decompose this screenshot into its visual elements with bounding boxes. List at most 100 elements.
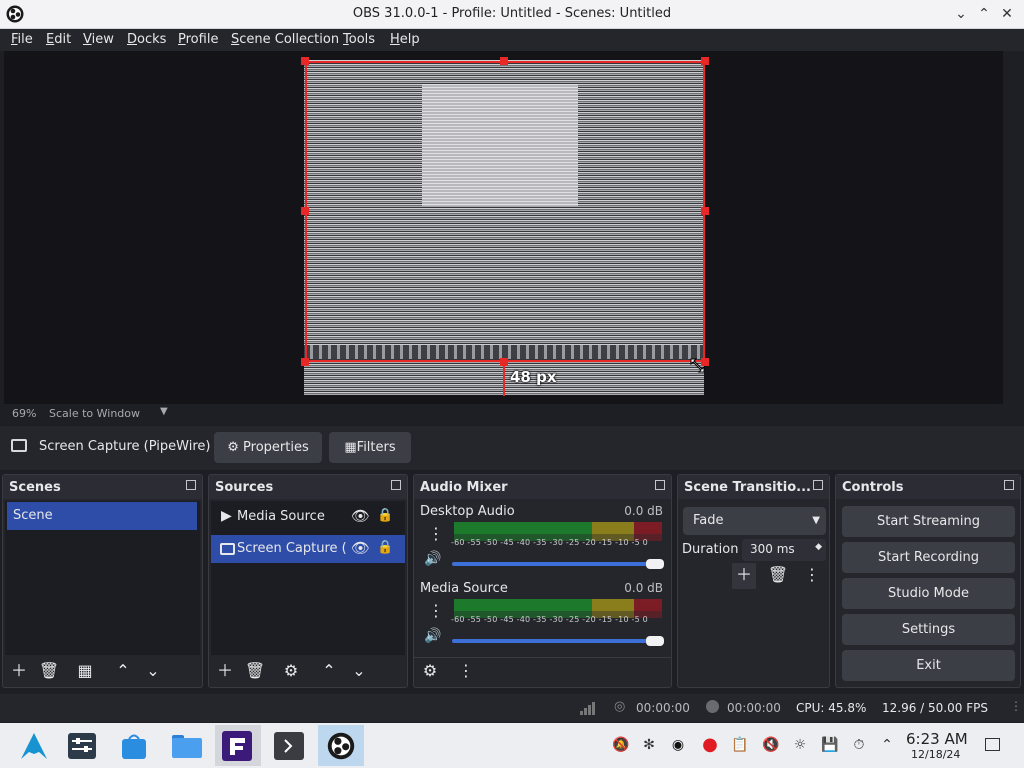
resize-handle-bottom-left[interactable] [301,358,309,366]
volume-muted-icon[interactable]: 🔇 [762,737,779,753]
add-source-button[interactable]: ＋ [213,659,237,683]
more-options-icon[interactable]: ⋮ [428,601,444,620]
monitor-icon [220,543,235,555]
undock-icon[interactable] [186,480,196,490]
eye-icon[interactable]: 👁 [351,507,370,525]
scene-filters-button[interactable]: ▦ [73,659,97,683]
undock-icon[interactable] [813,480,823,490]
recording-indicator-icon[interactable]: ● [702,736,718,754]
add-transition-button[interactable]: ＋ [732,563,756,589]
source-selection-box[interactable] [305,61,705,362]
chevron-up-icon[interactable]: ⌃ [879,737,895,753]
channel-level: 0.0 dB [624,504,663,518]
scale-mode-select[interactable]: Scale to Window [49,407,140,420]
gear-icon: ⚙ [283,661,299,680]
remove-scene-button[interactable]: 🗑 [37,659,61,683]
volume-slider[interactable] [452,639,657,643]
studio-mode-button[interactable]: Studio Mode [842,578,1015,609]
close-button[interactable]: ✕ [996,3,1018,25]
window-titlebar: OBS 31.0.0-1 - Profile: Untitled - Scene… [0,0,1024,29]
resize-handle-left[interactable] [301,207,309,215]
settings-sliders-icon [68,733,96,759]
start-recording-button[interactable]: Start Recording [842,542,1015,573]
audio-menu-button[interactable]: ⋮ [454,659,478,683]
add-scene-button[interactable]: ＋ [7,659,31,683]
source-properties-button[interactable]: ⚙ [279,659,303,683]
duration-value: 300 ms [750,542,795,556]
move-source-up-button[interactable]: ⌃ [317,659,341,683]
settings-button[interactable]: Settings [842,614,1015,645]
chevron-down-icon[interactable]: ▼ [160,406,168,417]
audio-mixer-title: Audio Mixer [420,480,508,495]
exit-button[interactable]: Exit [842,650,1015,681]
volume-slider-handle[interactable] [646,559,664,569]
undock-icon[interactable] [655,480,665,490]
resize-handle-top[interactable] [500,57,508,65]
move-source-down-button[interactable]: ⌄ [347,659,371,683]
menu-view[interactable]: View [83,32,114,47]
spinner-icon[interactable]: ◆ [815,542,822,552]
arch-launcher-icon[interactable] [19,731,49,761]
menu-file[interactable]: File [11,32,33,47]
resize-handle-top-left[interactable] [301,57,309,65]
lock-icon[interactable]: 🔒 [377,508,393,523]
clock-date[interactable]: 12/18/24 [911,748,960,761]
network-share-icon[interactable]: ✻ [641,737,657,753]
task-app[interactable] [215,725,261,766]
source-item-screen-capture[interactable]: Screen Capture (PipeWire) 👁 🔒 [211,535,405,563]
transition-menu-button[interactable]: ⋮ [800,563,824,587]
system-taskbar: 🔕 ✻ ◉ ● 📋 🔇 ☼ 💾 ⏱ ⌃ 6:23 AM 12/18/24 [0,723,1024,768]
clipboard-icon[interactable]: 📋 [731,737,748,753]
source-item-media[interactable]: ▶ Media Source 👁 🔒 [211,503,405,531]
undock-icon[interactable] [391,480,401,490]
audio-settings-button[interactable]: ⚙ [418,659,442,683]
filter-icon: ▦ [344,440,357,455]
task-terminal[interactable] [266,725,312,766]
transition-select[interactable]: Fade ▼ [683,507,826,535]
resize-grip-icon[interactable]: ⋮ [1010,699,1022,713]
monitor-icon [11,439,27,452]
resize-handle-top-right[interactable] [701,57,709,65]
obs-logo-icon [327,732,355,760]
speaker-icon[interactable]: 🔊 [424,551,441,567]
task-system-settings[interactable] [60,725,106,766]
move-scene-up-button[interactable]: ⌃ [111,659,135,683]
clock-time[interactable]: 6:23 AM [906,730,968,748]
scene-item[interactable]: Scene [7,502,197,530]
remove-source-button[interactable]: 🗑 [243,659,267,683]
brightness-icon[interactable]: ☼ [792,737,808,753]
volume-slider[interactable] [452,562,657,566]
eye-icon[interactable]: 👁 [351,539,370,557]
properties-button[interactable]: ⚙ Properties [214,432,322,463]
menu-docks[interactable]: Docks [127,32,166,47]
task-file-manager[interactable] [164,725,210,766]
filters-button[interactable]: ▦Filters [329,432,411,463]
duration-input[interactable]: 300 ms ◆ [742,539,826,561]
menu-scene-collection[interactable]: Scene Collection [231,32,339,47]
notifications-muted-icon[interactable]: 🔕 [612,737,629,753]
undock-icon[interactable] [1004,480,1014,490]
lock-icon[interactable]: 🔒 [377,540,393,555]
menu-tools[interactable]: Tools [343,32,375,47]
obs-tray-icon[interactable]: ◉ [670,737,686,753]
channel-name: Desktop Audio [420,504,515,519]
task-discover[interactable] [112,725,158,766]
task-obs[interactable] [318,725,364,766]
remove-transition-button[interactable]: 🗑 [766,563,790,587]
start-streaming-button[interactable]: Start Streaming [842,506,1015,537]
show-desktop-icon[interactable] [985,738,1000,751]
storage-icon[interactable]: 💾 [821,737,838,753]
menu-help[interactable]: Help [390,32,420,47]
speaker-icon[interactable]: 🔊 [424,628,441,644]
more-options-icon[interactable]: ⋮ [428,524,444,543]
minimize-button[interactable]: ⌄ [950,3,972,25]
performance-icon[interactable]: ⏱ [851,737,867,753]
selected-source-name: Screen Capture (PipeWire) [39,439,211,454]
channel-name: Media Source [420,581,508,596]
menu-profile[interactable]: Profile [178,32,218,47]
menu-edit[interactable]: Edit [46,32,71,47]
volume-slider-handle[interactable] [646,636,664,646]
move-scene-down-button[interactable]: ⌄ [141,659,165,683]
resize-handle-right[interactable] [701,207,709,215]
maximize-button[interactable]: ⌃ [973,3,995,25]
